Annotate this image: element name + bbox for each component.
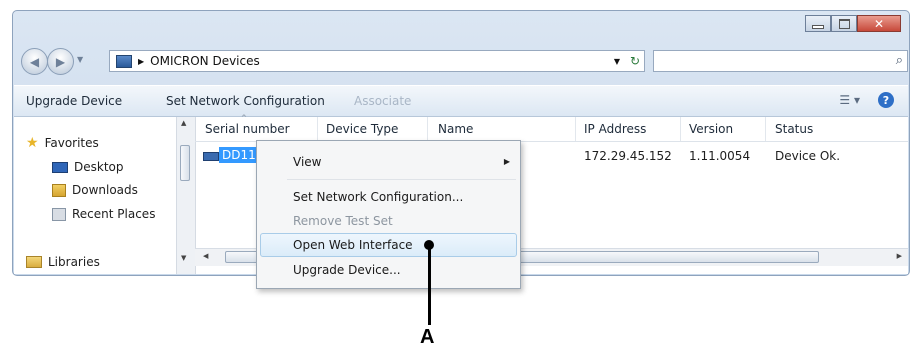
maximize-button[interactable] [831,15,857,32]
nav-favorites[interactable]: ★ Favorites [26,135,99,151]
navigation-bar: ◀ ▶ ▼ ▶ OMICRON Devices ▼ ↻ ⌕ [19,46,908,76]
search-icon: ⌕ [895,53,903,68]
forward-arrow-icon: ▶ [55,54,66,69]
column-divider [427,117,428,141]
breadcrumb-separator-icon: ▶ [138,56,145,66]
scroll-up-icon[interactable]: ▲ [181,119,186,127]
nav-downloads[interactable]: Downloads [52,183,138,197]
column-header-row: ^ Serial number Device Type Name IP Addr… [195,114,908,142]
minimize-button[interactable] [805,15,831,32]
nav-desktop[interactable]: Desktop [52,160,124,174]
scroll-left-icon[interactable]: ◀ [203,252,208,260]
menu-separator [287,179,516,180]
ip-address-cell: 172.29.45.152 [584,149,672,163]
column-name[interactable]: Name [438,122,473,136]
libraries-icon [26,256,42,268]
navigation-pane: ★ Favorites Desktop Downloads Recent Pla… [14,117,176,274]
help-icon[interactable]: ? [878,92,894,108]
recent-places-icon [52,207,66,221]
view-options-icon[interactable]: ☰ ▾ [839,93,860,107]
column-ip-address[interactable]: IP Address [584,122,646,136]
column-divider [680,117,681,141]
column-device-type[interactable]: Device Type [326,122,398,136]
scroll-thumb[interactable] [180,145,190,181]
upgrade-device-button[interactable]: Upgrade Device [26,94,122,108]
close-icon: ✕ [873,16,885,31]
search-input[interactable]: ⌕ [653,50,908,72]
nav-recent-places-label: Recent Places [72,207,156,221]
column-divider [765,117,766,141]
submenu-arrow-icon: ▶ [503,157,510,166]
minimize-icon [812,24,824,29]
column-divider [575,117,576,141]
nav-recent-places[interactable]: Recent Places [52,207,155,221]
menu-item-view[interactable]: View [293,155,321,169]
navigation-scrollbar[interactable]: ▲ ▼ [176,117,196,274]
scroll-down-icon[interactable]: ▼ [181,254,186,262]
sort-ascending-icon: ^ [241,114,247,122]
menu-item-set-network-configuration[interactable]: Set Network Configuration... [293,190,463,204]
star-icon: ★ [26,135,39,151]
column-serial-number[interactable]: Serial number [205,122,290,136]
nav-libraries-label: Libraries [48,255,100,269]
serial-number-cell: DD11 [219,147,259,163]
version-cell: 1.11.0054 [689,149,751,163]
computer-icon [116,54,132,68]
nav-downloads-label: Downloads [72,183,138,197]
refresh-icon[interactable]: ↻ [630,54,640,68]
nav-favorites-label: Favorites [44,136,99,150]
breadcrumb: OMICRON Devices [150,54,260,68]
maximize-icon [838,18,850,29]
history-dropdown-icon[interactable]: ▼ [77,55,83,64]
scroll-right-icon[interactable]: ▶ [897,252,902,260]
column-version[interactable]: Version [689,122,733,136]
close-button[interactable]: ✕ [857,15,901,32]
back-button[interactable]: ◀ [21,48,48,75]
device-icon [203,152,219,161]
menu-item-open-web-interface[interactable]: Open Web Interface [293,238,413,252]
address-bar[interactable]: ▶ OMICRON Devices ▼ ↻ [109,50,645,72]
menu-item-remove-test-set[interactable]: Remove Test Set [293,214,393,228]
status-cell: Device Ok. [775,149,841,163]
caption-buttons: ✕ [805,15,901,32]
context-menu: View ▶ Set Network Configuration... Remo… [256,140,521,289]
nav-desktop-label: Desktop [74,160,124,174]
desktop-icon [52,161,68,173]
callout-dot [424,240,434,250]
callout-label: A [420,326,435,348]
callout-line [428,244,431,325]
command-bar: Upgrade Device Set Network Configuration… [14,85,908,117]
menu-item-upgrade-device[interactable]: Upgrade Device... [293,263,401,277]
associate-button[interactable]: Associate [354,94,411,108]
back-arrow-icon: ◀ [29,54,40,69]
set-network-configuration-button[interactable]: Set Network Configuration [166,94,325,108]
column-divider [317,117,318,141]
forward-button[interactable]: ▶ [47,48,74,75]
downloads-icon [52,183,66,197]
column-status[interactable]: Status [775,122,813,136]
nav-libraries[interactable]: Libraries [26,255,100,269]
address-dropdown-icon[interactable]: ▼ [614,57,620,66]
